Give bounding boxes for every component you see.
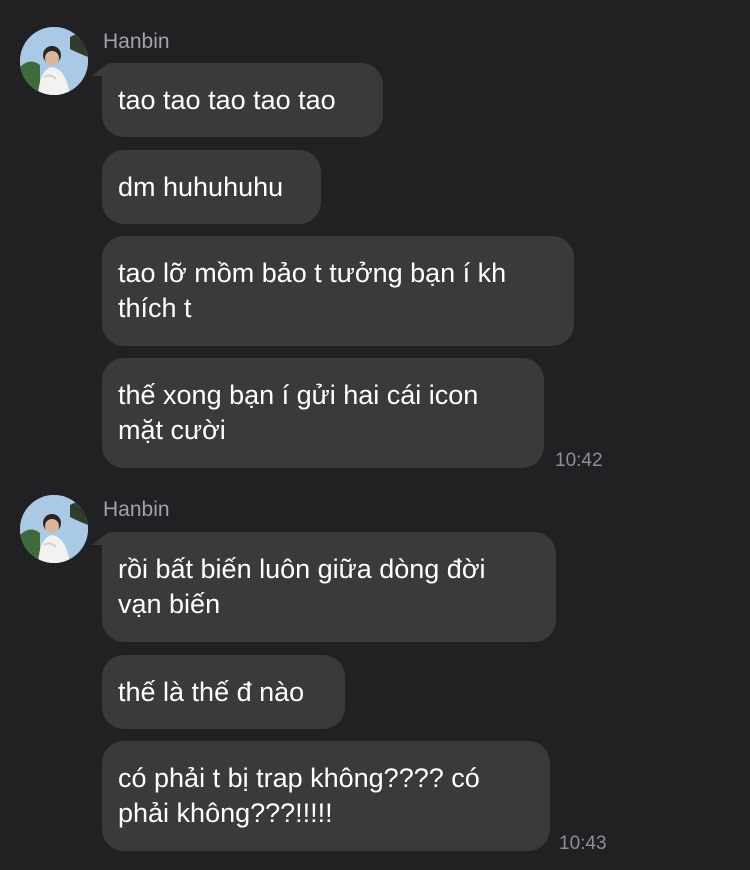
timestamp: 10:43: [559, 833, 607, 854]
avatar[interactable]: [20, 27, 88, 95]
message-bubble[interactable]: tao tao tao tao tao: [102, 63, 383, 137]
profile-photo-icon: [20, 495, 88, 563]
profile-photo-icon: [20, 27, 88, 95]
message-bubble[interactable]: có phải t bị trap không???? có phải khôn…: [102, 741, 550, 851]
timestamp: 10:42: [555, 450, 603, 471]
sender-name: Hanbin: [103, 498, 170, 521]
message-bubble[interactable]: dm huhuhuhu: [102, 150, 321, 224]
message-bubble[interactable]: rồi bất biến luôn giữa dòng đời vạn biến: [102, 532, 556, 642]
sender-name: Hanbin: [103, 30, 170, 53]
message-bubble[interactable]: thế xong bạn í gửi hai cái icon mặt cười: [102, 358, 544, 468]
message-bubble[interactable]: tao lỡ mồm bảo t tưởng bạn í kh thích t: [102, 236, 574, 346]
message-bubble[interactable]: thế là thế đ nào: [102, 655, 345, 729]
avatar[interactable]: [20, 495, 88, 563]
